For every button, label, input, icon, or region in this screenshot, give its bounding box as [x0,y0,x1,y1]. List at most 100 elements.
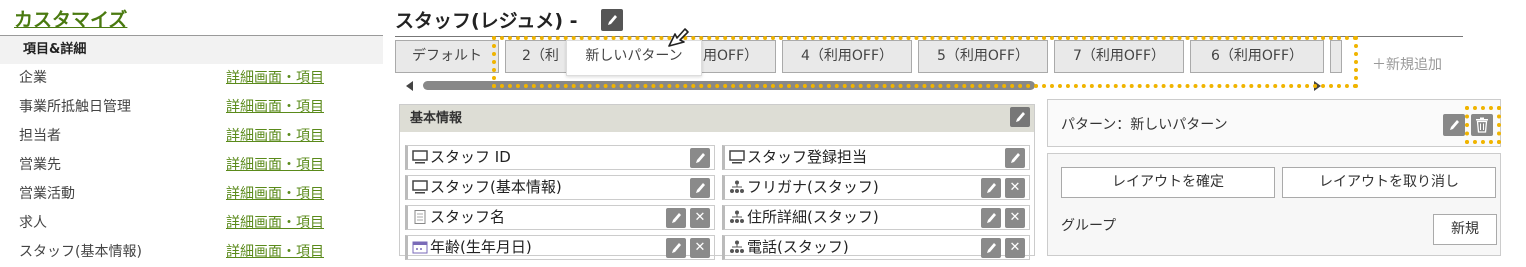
edit-field-button[interactable] [666,238,686,258]
confirm-layout-button[interactable]: レイアウトを確定 [1061,167,1275,198]
detail-link[interactable]: 詳細画面・項目 [226,180,324,209]
sidebar-row-sales-target: 営業先 詳細画面・項目 [0,151,383,180]
remove-field-button[interactable]: ✕ [690,238,710,258]
edit-panel-button[interactable] [1010,107,1030,127]
remove-field-button[interactable]: ✕ [1005,238,1025,258]
edit-field-button[interactable] [981,238,1001,258]
edit-pattern-button[interactable] [1443,114,1465,136]
pencil-icon [987,183,996,193]
pattern-panel: パターン：新しいパターン [1047,99,1501,147]
detail-link[interactable]: 詳細画面・項目 [226,151,324,180]
pattern-label: パターン：新しいパターン [1061,117,1228,133]
sidebar-item-label: 求人 [19,215,47,231]
field-label: スタッフ名 [430,208,506,226]
pencil-icon [672,243,681,253]
page-title: スタッフ(レジュメ) - [395,10,578,32]
customize-title[interactable]: カスタマイズ [14,5,127,32]
edit-title-button[interactable] [601,9,623,31]
pencil-icon [1016,112,1025,122]
section-header: 項目&詳細 [0,35,383,64]
pencil-icon [987,213,996,223]
panel-header: 基本情報 [400,105,1034,132]
cancel-layout-button[interactable]: レイアウトを取り消し [1282,167,1496,198]
tab-pattern-2[interactable]: 2（利 [505,40,575,73]
pencil-icon [672,213,681,223]
hierarchy-icon [729,180,745,194]
sidebar-row-job: 求人 詳細画面・項目 [0,209,383,238]
pencil-icon [696,183,705,193]
tab-pattern-7[interactable]: 7（利用OFF） [1054,40,1184,73]
detail-link[interactable]: 詳細画面・項目 [226,238,324,267]
drag-cursor-icon [668,28,689,47]
pencil-icon [987,243,996,253]
tabs-scrollbar-thumb[interactable] [423,81,1035,90]
sidebar-item-label: 営業先 [19,157,61,173]
edit-field-button[interactable] [1005,148,1025,168]
sidebar-item-label: 担当者 [19,128,61,144]
tab-default[interactable]: デフォルト [395,40,499,73]
field-staff-registrar[interactable]: スタッフ登録担当 [722,145,1030,170]
field-label: スタッフ ID [430,148,511,166]
detail-link[interactable]: 詳細画面・項目 [226,122,324,151]
delete-pattern-button[interactable] [1471,114,1493,136]
remove-field-button[interactable]: ✕ [1005,208,1025,228]
field-furigana[interactable]: フリガナ(スタッフ) ✕ [722,175,1030,200]
document-icon [412,210,428,224]
add-new-tab-button[interactable]: ＋新規追加 [1372,54,1442,74]
field-label: フリガナ(スタッフ) [747,178,879,196]
monitor-icon [729,150,745,164]
remove-field-button[interactable]: ✕ [1005,178,1025,198]
field-age[interactable]: 年齢(生年月日) ✕ [405,235,715,260]
field-label: 電話(スタッフ) [747,238,849,256]
field-staff-name[interactable]: スタッフ名 ✕ [405,205,715,230]
trash-icon [1476,117,1488,133]
edit-field-button[interactable] [690,178,710,198]
detail-link[interactable]: 詳細画面・項目 [226,209,324,238]
tab-pattern-3[interactable]: 用OFF） [690,40,776,73]
edit-field-button[interactable] [690,148,710,168]
field-phone[interactable]: 電話(スタッフ) ✕ [722,235,1030,260]
new-group-button[interactable]: 新規 [1433,214,1497,245]
remove-field-button[interactable]: ✕ [690,208,710,228]
sidebar-item-label: 営業活動 [19,186,75,202]
field-address-detail[interactable]: 住所詳細(スタッフ) ✕ [722,205,1030,230]
sidebar-row-sales-activity: 営業活動 詳細画面・項目 [0,180,383,209]
group-label: グループ [1061,218,1117,234]
monitor-icon [412,150,428,164]
tab-pattern-5[interactable]: 5（利用OFF） [918,40,1048,73]
field-label: スタッフ登録担当 [747,148,868,166]
pencil-icon [696,153,705,163]
sidebar: カスタマイズ 項目&詳細 企業 詳細画面・項目 事業所抵触日管理 詳細画面・項目… [0,0,383,260]
sidebar-row-staff: スタッフ(基本情報) 詳細画面・項目 [0,238,383,267]
title-divider [395,36,1463,37]
hierarchy-icon [729,210,745,224]
hierarchy-icon [729,240,745,254]
panel-title: 基本情報 [410,111,463,126]
pencil-icon [608,15,617,25]
field-staff-basic[interactable]: スタッフ(基本情報) [405,175,715,200]
sidebar-row-office: 事業所抵触日管理 詳細画面・項目 [0,93,383,122]
edit-field-button[interactable] [981,208,1001,228]
monitor-icon [412,180,428,194]
pencil-icon [1011,153,1020,163]
field-staff-id[interactable]: スタッフ ID [405,145,715,170]
tab-pattern-6[interactable]: 6（利用OFF） [1190,40,1324,73]
sidebar-item-label: 事業所抵触日管理 [19,99,131,115]
scroll-right-arrow-icon[interactable] [1314,81,1321,91]
sidebar-item-label: スタッフ(基本情報) [19,244,142,260]
pencil-icon [1450,120,1459,130]
tab-pattern-4[interactable]: 4（利用OFF） [782,40,912,73]
field-label: 住所詳細(スタッフ) [747,208,879,226]
detail-link[interactable]: 詳細画面・項目 [226,93,324,122]
sidebar-row-person: 担当者 詳細画面・項目 [0,122,383,151]
calendar-icon [412,240,428,254]
sidebar-row-company: 企業 詳細画面・項目 [0,64,383,93]
field-label: 年齢(生年月日) [430,238,532,256]
field-label: スタッフ(基本情報) [430,178,562,196]
edit-field-button[interactable] [666,208,686,228]
tab-overflow [1330,40,1342,73]
sidebar-item-label: 企業 [19,70,47,86]
detail-link[interactable]: 詳細画面・項目 [226,64,324,93]
edit-field-button[interactable] [981,178,1001,198]
scroll-left-arrow-icon[interactable] [406,81,413,91]
